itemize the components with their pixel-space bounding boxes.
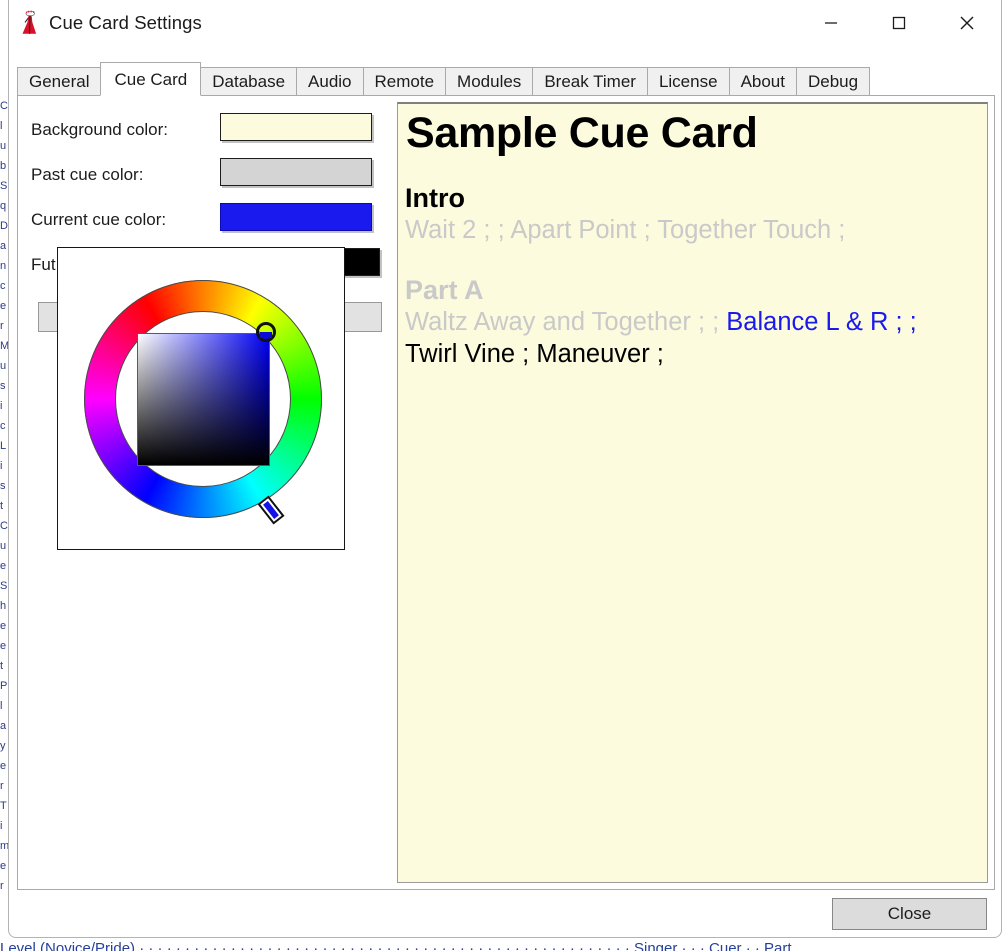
window-title: Cue Card Settings [49, 12, 202, 33]
cue-card-preview: Sample Cue Card Intro Wait 2 ; ; Apart P… [397, 102, 988, 883]
cue-card-section-part-a: Part A Waltz Away and Together ; ; Balan… [405, 275, 981, 371]
current-cue-color-label: Current cue color: [31, 210, 167, 229]
tab-remote[interactable]: Remote [362, 67, 447, 96]
cue-segment-past: Wait 2 ; ; Apart Point ; Together Touch … [405, 216, 846, 245]
color-wheel-canvas[interactable] [75, 260, 331, 538]
cue-card-line: Twirl Vine ; Maneuver ; [405, 339, 981, 371]
hue-cursor[interactable] [257, 495, 285, 525]
background-color-label: Background color: [31, 120, 169, 139]
title-bar[interactable]: Cue Card Settings [9, 0, 1001, 47]
past-cue-color-label: Past cue color: [31, 165, 144, 184]
cue-card-title: Sample Cue Card [406, 109, 758, 157]
cue-card-line: Waltz Away and Together ; ; Balance L & … [405, 307, 981, 339]
cue-card-tab-page: Background color: Past cue color: Curren… [17, 95, 995, 890]
cue-segment-past: Waltz Away and Together ; ; [405, 307, 727, 336]
screen-root: Club SqDa ncer Musi cLis tCue Shee tPla … [0, 0, 1002, 951]
close-window-button[interactable] [933, 0, 1001, 45]
tab-cue-card[interactable]: Cue Card [100, 62, 202, 96]
tab-about[interactable]: About [728, 67, 797, 96]
minimize-button[interactable] [797, 0, 865, 45]
background-color-swatch[interactable] [220, 113, 372, 141]
window-controls [797, 0, 1001, 45]
future-cue-color-label: Fut [31, 255, 56, 274]
tab-strip: General Cue Card Database Audio Remote M… [17, 62, 871, 96]
tab-database[interactable]: Database [200, 67, 298, 96]
apply-colors-button[interactable] [340, 302, 382, 332]
tab-modules[interactable]: Modules [445, 67, 534, 96]
cue-card-line: Wait 2 ; ; Apart Point ; Together Touch … [405, 215, 981, 247]
tab-debug[interactable]: Debug [796, 67, 871, 96]
background-window-bottom-strip: Level (Novice/Pride) · · · · · · · · · ·… [0, 940, 792, 951]
tab-break-timer[interactable]: Break Timer [532, 67, 648, 96]
dancer-icon [17, 9, 45, 37]
maximize-button[interactable] [865, 0, 933, 45]
cue-card-section-heading: Intro [405, 183, 465, 214]
tab-license[interactable]: License [646, 67, 730, 96]
cue-card-section-intro: Intro Wait 2 ; ; Apart Point ; Together … [405, 183, 981, 247]
saturation-value-cursor[interactable] [256, 322, 276, 342]
current-cue-color-swatch[interactable] [220, 203, 372, 231]
cue-segment-current: Balance L & R ; ; [726, 307, 917, 336]
cue-card-section-heading: Part A [405, 275, 484, 306]
past-cue-color-swatch[interactable] [220, 158, 372, 186]
color-wheel-picker[interactable] [57, 247, 345, 550]
tab-audio[interactable]: Audio [296, 67, 364, 96]
future-cue-color-swatch[interactable] [340, 248, 380, 276]
saturation-value-square[interactable] [137, 333, 270, 466]
cue-segment-future: Twirl Vine ; Maneuver ; [405, 339, 664, 368]
settings-dialog: Cue Card Settings General Cue Card Datab… [8, 0, 1002, 938]
close-button[interactable]: Close [832, 898, 987, 930]
tab-general[interactable]: General [17, 67, 102, 96]
